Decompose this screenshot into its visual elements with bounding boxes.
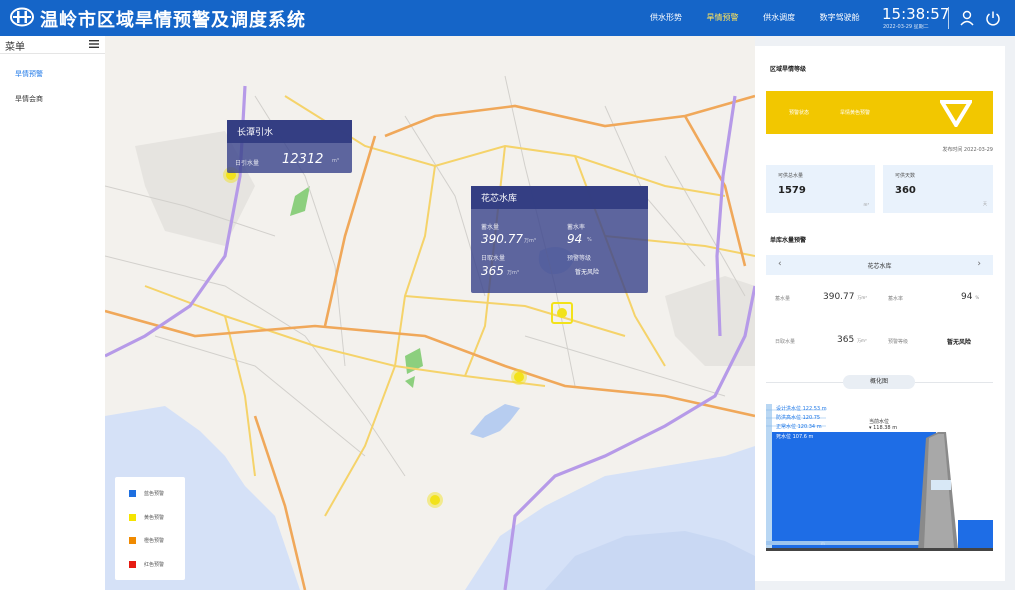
popup-storage-value: 390.77 [481, 232, 523, 246]
popup-huaxin-title: 花芯水库 [471, 186, 648, 209]
popup-changtan-title: 长潭引水 [227, 120, 352, 143]
legend-swatch-orange [129, 537, 136, 544]
dead-level-label: 死水位 107.6 m [776, 434, 814, 440]
nav-digital-cockpit[interactable]: 数字驾驶舱 [820, 12, 860, 23]
total-supply-unit: m³ [863, 202, 870, 207]
info-panel: 区域旱情等级 预警状态 旱情黄色预警 发布时间 2022-03-29 可供总水量… [755, 46, 1005, 581]
next-reservoir-icon[interactable]: › [977, 259, 981, 269]
intake-value-group: 365 万m³ [837, 335, 867, 345]
nav-supply-dispatch[interactable]: 供水调度 [763, 12, 795, 23]
publish-time: 发布时间 2022-03-29 [942, 147, 993, 153]
total-supply-value: 1579 [778, 185, 806, 196]
app-title: 温岭市区域旱情预警及调度系统 [40, 10, 306, 31]
total-supply-label: 可供总水量 [778, 173, 804, 179]
popup-changtan-value: 12312 [282, 152, 324, 167]
storage-value: 390.77 [823, 292, 855, 302]
clock-date: 2022-03-29 星期二 [883, 24, 929, 30]
sidebar-item-drought-warning[interactable]: 旱情预警 [0, 69, 105, 79]
popup-storage-unit: 万m³ [524, 238, 536, 244]
storage-unit: 万m³ [857, 295, 867, 300]
warning-status-box: 预警状态 旱情黄色预警 [766, 91, 993, 134]
supply-days-unit: 天 [983, 201, 987, 206]
popup-intake-unit: 万m³ [507, 270, 519, 276]
popup-changtan[interactable]: 长潭引水 日引水量 12312 m³ [227, 120, 352, 173]
legend-swatch-blue [129, 490, 136, 497]
popup-rate-unit: % [587, 237, 592, 243]
design-flood-label: 设计洪水位 122.53 m [776, 406, 827, 412]
overview-tab[interactable]: 概化图 [843, 375, 915, 389]
total-supply-card: 可供总水量 1579 m³ [766, 165, 875, 213]
menu-title: 菜单 [5, 42, 25, 53]
legend-item-red: 红色预警 [129, 561, 164, 568]
legend-item-yellow: 黄色预警 [129, 514, 164, 521]
rate-value-group: 94 % [961, 292, 979, 302]
popup-intake-value: 365 [481, 264, 504, 278]
popup-rate-value: 94 [567, 232, 583, 246]
menu-toggle-icon[interactable] [89, 40, 99, 48]
rate-unit: % [975, 295, 980, 300]
current-level-value: ▾ 118.38 m [869, 425, 898, 431]
storage-label: 蓄水量 [775, 296, 791, 302]
popup-changtan-label: 日引水量 [235, 160, 260, 167]
popup-level-value: 暂无风险 [575, 269, 600, 276]
popup-storage-label: 蓄水量 [481, 224, 500, 231]
legend-swatch-yellow [129, 514, 136, 521]
popup-rate-label: 蓄水率 [567, 224, 586, 231]
supply-days-label: 可供天数 [895, 173, 916, 179]
supply-days-card: 可供天数 360 天 [883, 165, 993, 213]
legend-item-orange: 橙色预警 [129, 537, 164, 544]
menu-header: 菜单 [0, 36, 105, 54]
sidebar: 菜单 旱情预警 旱情会商 [0, 36, 105, 590]
clock-time: 15:38:57 [882, 5, 950, 23]
supply-days-value: 360 [895, 185, 916, 196]
warning-triangle-icon [940, 100, 972, 127]
map-canvas [105, 75, 755, 590]
intake-unit: 万m³ [857, 338, 867, 343]
popup-changtan-unit: m³ [332, 158, 339, 164]
reservoir-selector: ‹ 花芯水库 › [766, 255, 993, 275]
sidebar-item-drought-consultation[interactable]: 旱情会商 [0, 94, 105, 104]
rate-value: 94 [961, 292, 973, 302]
warning-status-value: 旱情黄色预警 [840, 110, 871, 116]
header-divider [948, 7, 949, 29]
level-value: 暂无风险 [947, 339, 972, 346]
storage-value-group: 390.77 万m³ [823, 292, 867, 302]
reservoir-warning-title: 单库水量预警 [770, 237, 807, 244]
popup-level-label: 预警等级 [567, 255, 592, 262]
map-legend: 蓝色预警 黄色预警 橙色预警 红色预警 [115, 477, 185, 580]
flood-control-label: 防洪高水位 120.75 [776, 415, 821, 421]
warning-status-label: 预警状态 [789, 110, 810, 116]
intake-value: 365 [837, 335, 855, 345]
popup-intake-label: 日取水量 [481, 255, 506, 262]
nav-supply-situation[interactable]: 供水形势 [650, 12, 682, 23]
level-label: 预警等级 [888, 339, 909, 345]
legend-item-blue: 蓝色预警 [129, 490, 164, 497]
popup-huaxin[interactable]: 花芯水库 蓄水量 390.77 万m³ 蓄水率 94 % 日取水量 365 万m… [471, 186, 648, 293]
normal-level-label: 正常水位 120.34 m [776, 424, 822, 430]
selected-reservoir: 花芯水库 [867, 263, 892, 270]
nav-drought-warning[interactable]: 旱情预警 [707, 12, 739, 23]
rate-label: 蓄水率 [888, 296, 904, 302]
app-header: 温岭市区域旱情预警及调度系统 供水形势 旱情预警 供水调度 数字驾驶舱 15:3… [0, 0, 1015, 36]
logo-icon [10, 7, 34, 27]
user-icon[interactable] [960, 10, 974, 26]
top-nav: 供水形势 旱情预警 供水调度 数字驾驶舱 [650, 12, 882, 23]
region-grade-title: 区域旱情等级 [770, 66, 807, 73]
intake-label: 日取水量 [775, 339, 796, 345]
legend-swatch-red [129, 561, 136, 568]
current-level-title: 当前水位 [869, 419, 890, 425]
map-view[interactable]: 长潭引水 日引水量 12312 m³ 花芯水库 蓄水量 390.77 万m³ 蓄… [105, 36, 755, 590]
power-icon[interactable] [985, 10, 1001, 26]
bottom-level-label: m [821, 541, 825, 546]
